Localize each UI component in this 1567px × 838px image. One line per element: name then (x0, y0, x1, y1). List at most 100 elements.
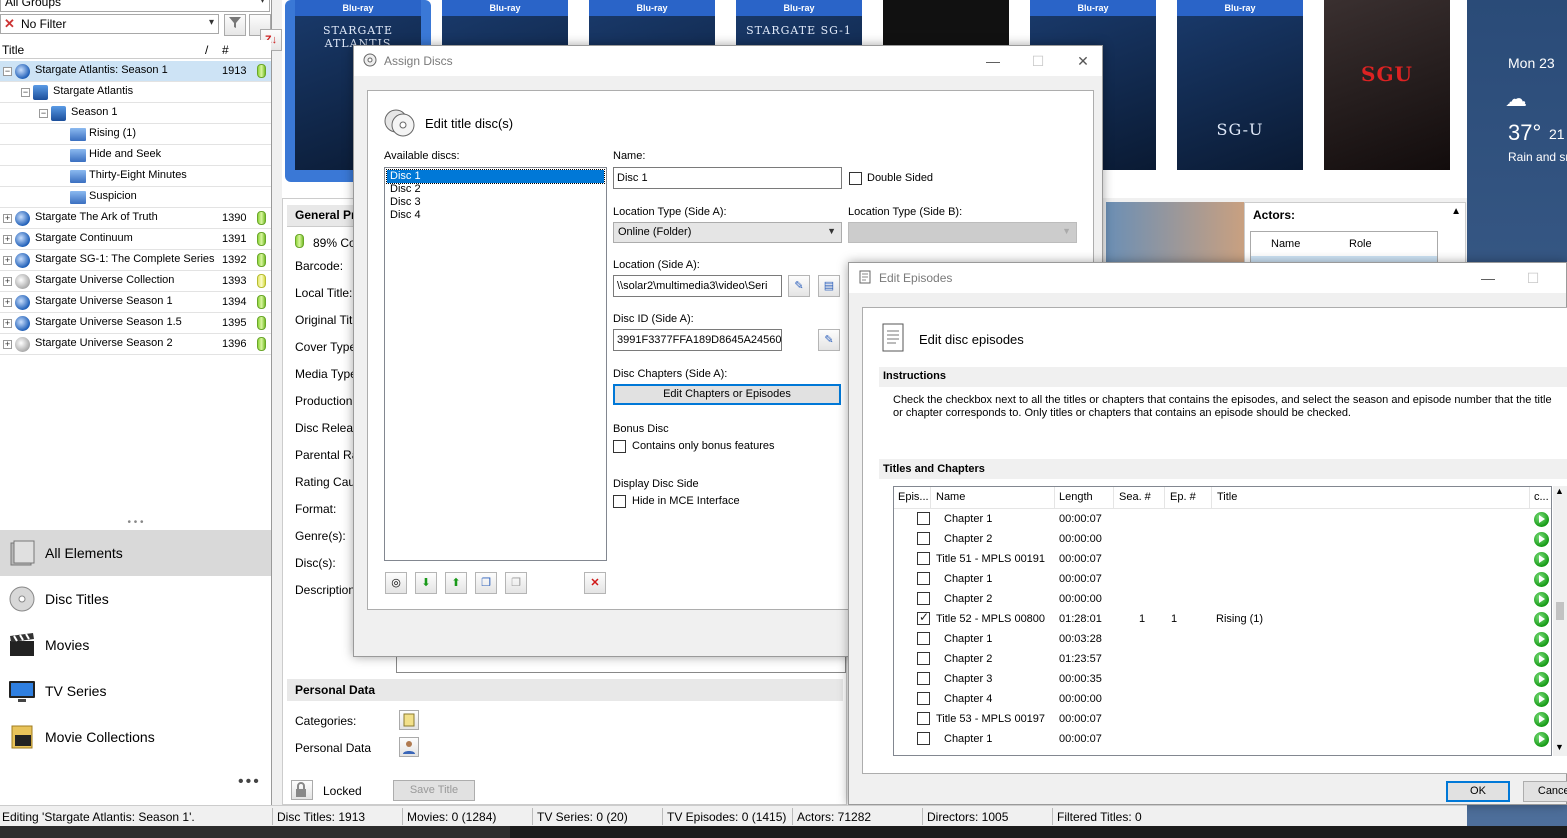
expand-icon[interactable]: + (3, 277, 12, 286)
list-item[interactable]: Disc 2 (387, 183, 604, 196)
name-input[interactable]: Disc 1 (613, 167, 842, 189)
table-row[interactable]: Chapter 3 00:00:35 (894, 669, 1549, 689)
play-icon[interactable] (1534, 632, 1549, 647)
episode-checkbox[interactable] (917, 532, 930, 545)
table-row[interactable]: Chapter 1 00:00:07 (894, 509, 1549, 529)
episode-checkbox[interactable] (917, 572, 930, 585)
lock-button[interactable] (291, 780, 313, 800)
tree-item[interactable]: Rising (1) (0, 124, 271, 145)
save-title-button[interactable]: Save Title (393, 780, 475, 801)
maximize-button[interactable]: ☐ (1518, 267, 1548, 289)
tree-item[interactable]: + Stargate The Ark of Truth 1390 (0, 208, 271, 229)
table-row[interactable]: Chapter 1 00:00:07 (894, 569, 1549, 589)
nav-movies[interactable]: Movies (0, 622, 271, 668)
expand-icon[interactable]: + (3, 298, 12, 307)
browse-location-button[interactable]: ✎ (788, 275, 810, 297)
episode-checkbox[interactable] (917, 732, 930, 745)
chevron-up-icon[interactable]: ▲ (1451, 206, 1461, 217)
tree-item[interactable]: + Stargate Universe Season 2 1396 (0, 334, 271, 355)
ok-button[interactable]: OK (1446, 781, 1510, 802)
available-discs-list[interactable]: Disc 1 Disc 2 Disc 3 Disc 4 (384, 167, 607, 561)
nav-all-elements[interactable]: All Elements (0, 530, 271, 576)
scrollbar-thumb[interactable] (1556, 602, 1564, 620)
table-row[interactable]: Title 52 - MPLS 00800 01:28:01 1 1 Rising (1… (894, 609, 1549, 629)
list-item[interactable]: Disc 4 (387, 209, 604, 222)
minimize-button[interactable]: — (978, 50, 1008, 72)
play-icon[interactable] (1534, 672, 1549, 687)
list-item[interactable]: Disc 3 (387, 196, 604, 209)
scroll-down-icon[interactable]: ▼ (1555, 742, 1564, 752)
location-a-input[interactable]: \\solar2\multimedia3\video\Seri (613, 275, 782, 297)
edit-chapters-button[interactable]: Edit Chapters or Episodes (613, 384, 841, 405)
taskbar-active-app[interactable] (0, 826, 510, 838)
episode-checkbox[interactable] (917, 692, 930, 705)
categories-button[interactable] (399, 710, 419, 730)
table-row[interactable]: Title 51 - MPLS 00191 00:00:07 (894, 549, 1549, 569)
table-row[interactable]: Chapter 1 00:03:28 (894, 629, 1549, 649)
tree-item[interactable]: Hide and Seek (0, 145, 271, 166)
column-header[interactable]: Name (936, 491, 965, 503)
expand-icon[interactable]: + (3, 214, 12, 223)
tree-item[interactable]: + Stargate Universe Season 1 1394 (0, 292, 271, 313)
bonus-features-checkbox[interactable] (613, 440, 626, 453)
play-icon[interactable] (1534, 732, 1549, 747)
column-title[interactable]: Title (2, 43, 24, 57)
cell-ep[interactable]: 1 (1171, 613, 1177, 625)
location-type-a-select[interactable]: Online (Folder) ▼ (613, 222, 842, 243)
column-number[interactable]: # (222, 43, 229, 57)
collapse-icon[interactable]: − (3, 67, 12, 76)
tree-item[interactable]: + Stargate Continuum 1391 (0, 229, 271, 250)
scan-location-button[interactable]: ▤ (818, 275, 840, 297)
move-down-button[interactable]: ⬇ (415, 572, 437, 594)
column-header[interactable]: Epis... (898, 491, 929, 503)
nav-disc-titles[interactable]: Disc Titles (0, 576, 271, 622)
tree-item[interactable]: − Stargate Atlantis: Season 1 1913 (0, 61, 271, 82)
delete-disc-button[interactable]: ✕ (584, 572, 606, 594)
personal-data-button[interactable] (399, 737, 419, 757)
episode-checkbox[interactable] (917, 592, 930, 605)
expand-icon[interactable]: + (3, 235, 12, 244)
sort-button[interactable]: Z↓ (249, 14, 282, 51)
cell-title[interactable]: Rising (1) (1216, 613, 1263, 625)
tree-item[interactable]: Thirty-Eight Minutes (0, 166, 271, 187)
column-header[interactable]: Length (1059, 491, 1093, 503)
actors-column-name[interactable]: Name (1271, 238, 1300, 250)
expand-icon[interactable]: + (3, 340, 12, 349)
nav-movie-collections[interactable]: Movie Collections (0, 714, 271, 760)
play-icon[interactable] (1534, 712, 1549, 727)
table-row[interactable]: Chapter 1 00:00:07 (894, 729, 1549, 749)
episode-checkbox[interactable] (917, 632, 930, 645)
play-icon[interactable] (1534, 592, 1549, 607)
add-disc-button[interactable]: ◎ (385, 572, 407, 594)
maximize-button[interactable]: ☐ (1023, 50, 1053, 72)
panel-splitter[interactable]: • • • (0, 518, 271, 530)
episode-checkbox[interactable] (917, 672, 930, 685)
table-row[interactable]: Chapter 4 00:00:00 (894, 689, 1549, 709)
nav-more-button[interactable]: ••• (238, 773, 261, 791)
episode-checkbox[interactable] (917, 712, 930, 725)
cancel-button[interactable]: Cancel (1523, 781, 1567, 802)
table-row[interactable]: Chapter 2 00:00:00 (894, 529, 1549, 549)
tree-item[interactable]: − Stargate Atlantis (0, 82, 271, 103)
episode-checkbox[interactable] (917, 652, 930, 665)
table-row[interactable]: Chapter 2 01:23:57 (894, 649, 1549, 669)
cell-season[interactable]: 1 (1139, 613, 1145, 625)
scroll-up-icon[interactable]: ▲ (1555, 486, 1564, 496)
tree-item[interactable]: + Stargate Universe Collection 1393 (0, 271, 271, 292)
actors-column-role[interactable]: Role (1349, 238, 1372, 250)
list-item[interactable]: Disc 1 (386, 169, 605, 184)
tree-item[interactable]: + Stargate Universe Season 1.5 1395 (0, 313, 271, 334)
paste-button[interactable]: ❐ (505, 572, 527, 594)
column-header[interactable]: Title (1217, 491, 1237, 503)
double-sided-checkbox[interactable] (849, 172, 862, 185)
filter-funnel-button[interactable] (224, 14, 246, 36)
play-icon[interactable] (1534, 532, 1549, 547)
copy-button[interactable]: ❐ (475, 572, 497, 594)
tree-item[interactable]: + Stargate SG-1: The Complete Series 139… (0, 250, 271, 271)
hide-mce-checkbox[interactable] (613, 495, 626, 508)
play-icon[interactable] (1534, 512, 1549, 527)
table-row[interactable]: Title 53 - MPLS 00197 00:00:07 (894, 709, 1549, 729)
play-icon[interactable] (1534, 652, 1549, 667)
group-combo[interactable]: All Groups ▾ (0, 0, 270, 12)
column-header[interactable]: Sea. # (1119, 491, 1151, 503)
